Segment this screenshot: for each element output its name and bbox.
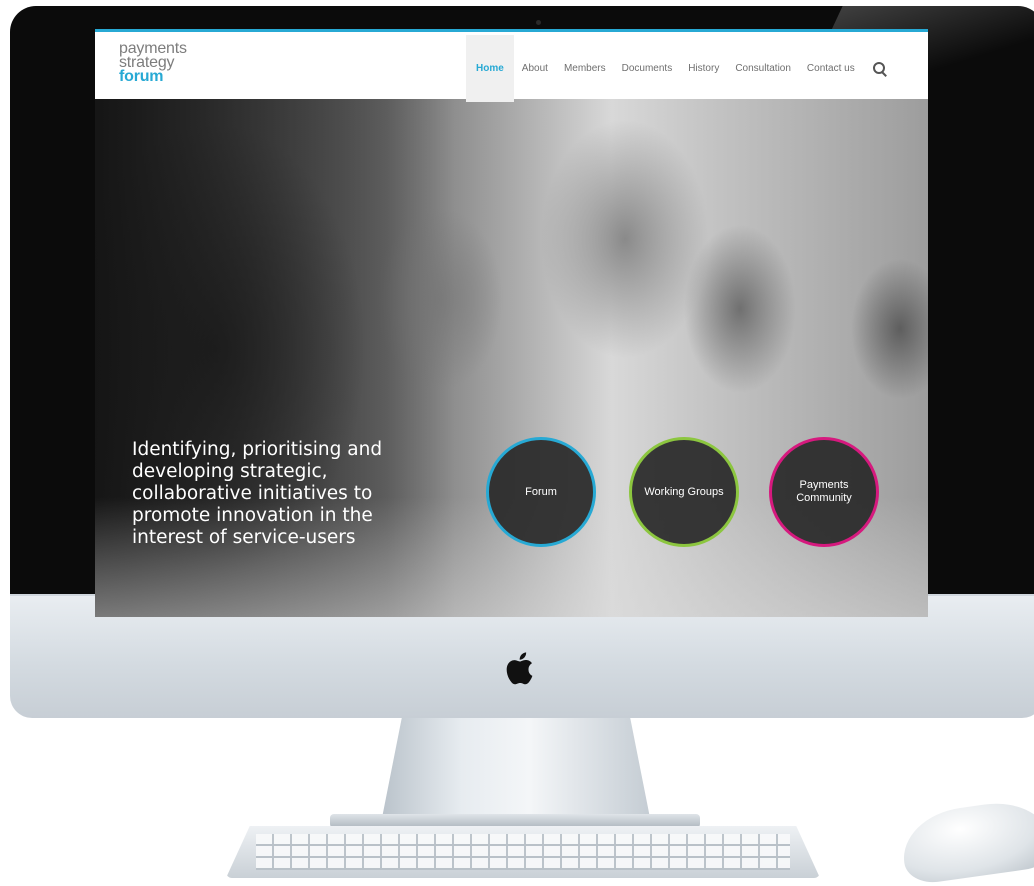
screen: payments strategy forum Home About Membe… bbox=[95, 29, 928, 617]
site-logo[interactable]: payments strategy forum bbox=[119, 41, 187, 85]
nav-members[interactable]: Members bbox=[556, 35, 614, 102]
search-icon[interactable] bbox=[871, 60, 889, 78]
keyboard bbox=[226, 826, 820, 878]
site-header: payments strategy forum Home About Membe… bbox=[95, 29, 928, 102]
forum-circle-label: Forum bbox=[525, 485, 557, 498]
imac-stand bbox=[380, 718, 652, 828]
imac-stand-base bbox=[330, 814, 700, 828]
working-groups-circle-label: Working Groups bbox=[644, 485, 724, 498]
logo-line-3: forum bbox=[119, 68, 164, 85]
nav-documents[interactable]: Documents bbox=[614, 35, 681, 102]
nav-contact-us[interactable]: Contact us bbox=[799, 35, 863, 102]
forum-circle-button[interactable]: Forum bbox=[486, 437, 596, 547]
search-icon-handle bbox=[881, 70, 887, 77]
working-groups-circle-button[interactable]: Working Groups bbox=[629, 437, 739, 547]
mouse bbox=[897, 795, 1034, 886]
apple-logo-icon bbox=[506, 652, 533, 685]
nav-consultation[interactable]: Consultation bbox=[727, 35, 799, 102]
main-nav: Home About Members Documents History Con… bbox=[466, 35, 889, 102]
keyboard-rows bbox=[256, 834, 790, 870]
payments-community-circle-label: Payments Community bbox=[796, 479, 852, 504]
nav-about[interactable]: About bbox=[514, 35, 556, 102]
hero-tagline: Identifying, prioritising and developing… bbox=[132, 439, 383, 548]
camera-icon bbox=[536, 20, 541, 25]
nav-home[interactable]: Home bbox=[466, 35, 514, 102]
nav-history[interactable]: History bbox=[680, 35, 727, 102]
payments-community-circle-button[interactable]: Payments Community bbox=[769, 437, 879, 547]
